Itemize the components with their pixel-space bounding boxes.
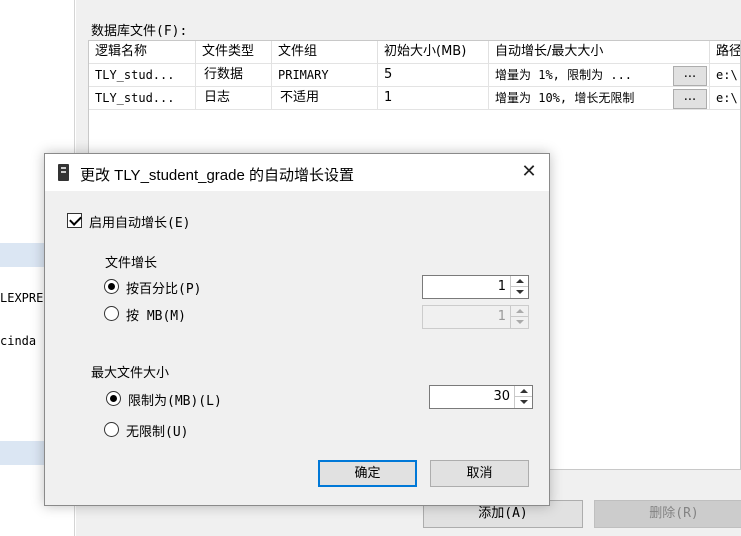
edit-autogrowth-button[interactable]: ... xyxy=(673,89,707,109)
server-icon xyxy=(58,164,69,181)
max-size-value[interactable]: 30 xyxy=(493,386,510,408)
max-size-limited-label[interactable]: 限制为(MB)(L) xyxy=(128,390,222,409)
column-header[interactable]: 文件组 xyxy=(272,41,378,64)
growth-mb-spinner[interactable]: 1 xyxy=(422,305,529,329)
tree-item-highlight[interactable] xyxy=(0,441,44,465)
file-type-cell[interactable]: 行数据 xyxy=(196,64,272,87)
growth-percent-label[interactable]: 按百分比(P) xyxy=(126,278,201,297)
column-header[interactable]: 初始大小(MB) xyxy=(378,41,489,64)
logical-name-cell[interactable]: TLY_stud... xyxy=(89,64,196,87)
spinner-arrows xyxy=(510,306,528,328)
filegroup-cell[interactable]: 不适用 xyxy=(272,87,378,110)
column-header[interactable]: 自动增长/最大大小 xyxy=(489,41,710,64)
spinner-arrows xyxy=(510,276,528,298)
file-growth-heading: 文件增长 xyxy=(105,256,158,271)
growth-mb-radio[interactable] xyxy=(104,306,119,321)
enable-autogrowth-checkbox[interactable] xyxy=(67,213,82,228)
ok-button[interactable]: 确定 xyxy=(318,460,417,487)
growth-mb-label[interactable]: 按 MB(M) xyxy=(126,305,186,324)
logical-name-cell[interactable]: TLY_stud... xyxy=(89,87,196,110)
tree-item-highlight[interactable] xyxy=(0,243,44,267)
max-size-unlimited-radio[interactable] xyxy=(104,422,119,437)
table-row[interactable]: TLY_stud... 日志 不适用 1 增量为 10%, 增长无限制 ... … xyxy=(89,87,740,110)
edit-autogrowth-button[interactable]: ... xyxy=(673,66,707,86)
column-header[interactable]: 路径 xyxy=(710,41,740,64)
dialog-titlebar[interactable]: 更改 TLY_student_grade 的自动增长设置 ✕ xyxy=(45,154,549,191)
cancel-button[interactable]: 取消 xyxy=(430,460,529,487)
initial-size-cell[interactable]: 5 xyxy=(378,64,489,87)
autogrowth-dialog: 更改 TLY_student_grade 的自动增长设置 ✕ 启用自动增长(E)… xyxy=(44,153,550,506)
spin-up-icon[interactable] xyxy=(511,276,528,287)
max-size-spinner[interactable]: 30 xyxy=(429,385,533,409)
spin-up-icon[interactable] xyxy=(511,306,528,317)
column-header[interactable]: 逻辑名称 xyxy=(89,41,196,64)
max-file-size-heading: 最大文件大小 xyxy=(91,366,170,381)
column-header[interactable]: 文件类型 xyxy=(196,41,272,64)
max-size-limited-radio[interactable] xyxy=(106,391,121,406)
path-cell[interactable]: e:\ xyxy=(710,64,740,87)
remove-button[interactable]: 删除(R) xyxy=(594,500,741,528)
close-icon[interactable]: ✕ xyxy=(517,160,541,184)
dialog-title: 更改 TLY_student_grade 的自动增长设置 xyxy=(80,167,354,184)
path-cell[interactable]: e:\ xyxy=(710,87,740,110)
growth-percent-value[interactable]: 1 xyxy=(498,276,506,298)
database-files-label: 数据库文件(F): xyxy=(91,24,188,39)
table-row[interactable]: TLY_stud... 行数据 PRIMARY 5 增量为 1%, 限制为 ..… xyxy=(89,64,740,87)
spin-down-icon[interactable] xyxy=(515,397,532,408)
growth-mb-value[interactable]: 1 xyxy=(498,306,506,328)
spin-down-icon[interactable] xyxy=(511,317,528,328)
grid-header-row: 逻辑名称 文件类型 文件组 初始大小(MB) 自动增长/最大大小 路径 xyxy=(89,41,740,64)
spin-up-icon[interactable] xyxy=(515,386,532,397)
spinner-arrows xyxy=(514,386,532,408)
spin-down-icon[interactable] xyxy=(511,287,528,298)
growth-percent-radio[interactable] xyxy=(104,279,119,294)
max-size-unlimited-label[interactable]: 无限制(U) xyxy=(126,421,188,440)
growth-percent-spinner[interactable]: 1 xyxy=(422,275,529,299)
filegroup-cell[interactable]: PRIMARY xyxy=(272,64,378,87)
enable-autogrowth-label[interactable]: 启用自动增长(E) xyxy=(89,212,190,231)
initial-size-cell[interactable]: 1 xyxy=(378,87,489,110)
file-type-cell[interactable]: 日志 xyxy=(196,87,272,110)
